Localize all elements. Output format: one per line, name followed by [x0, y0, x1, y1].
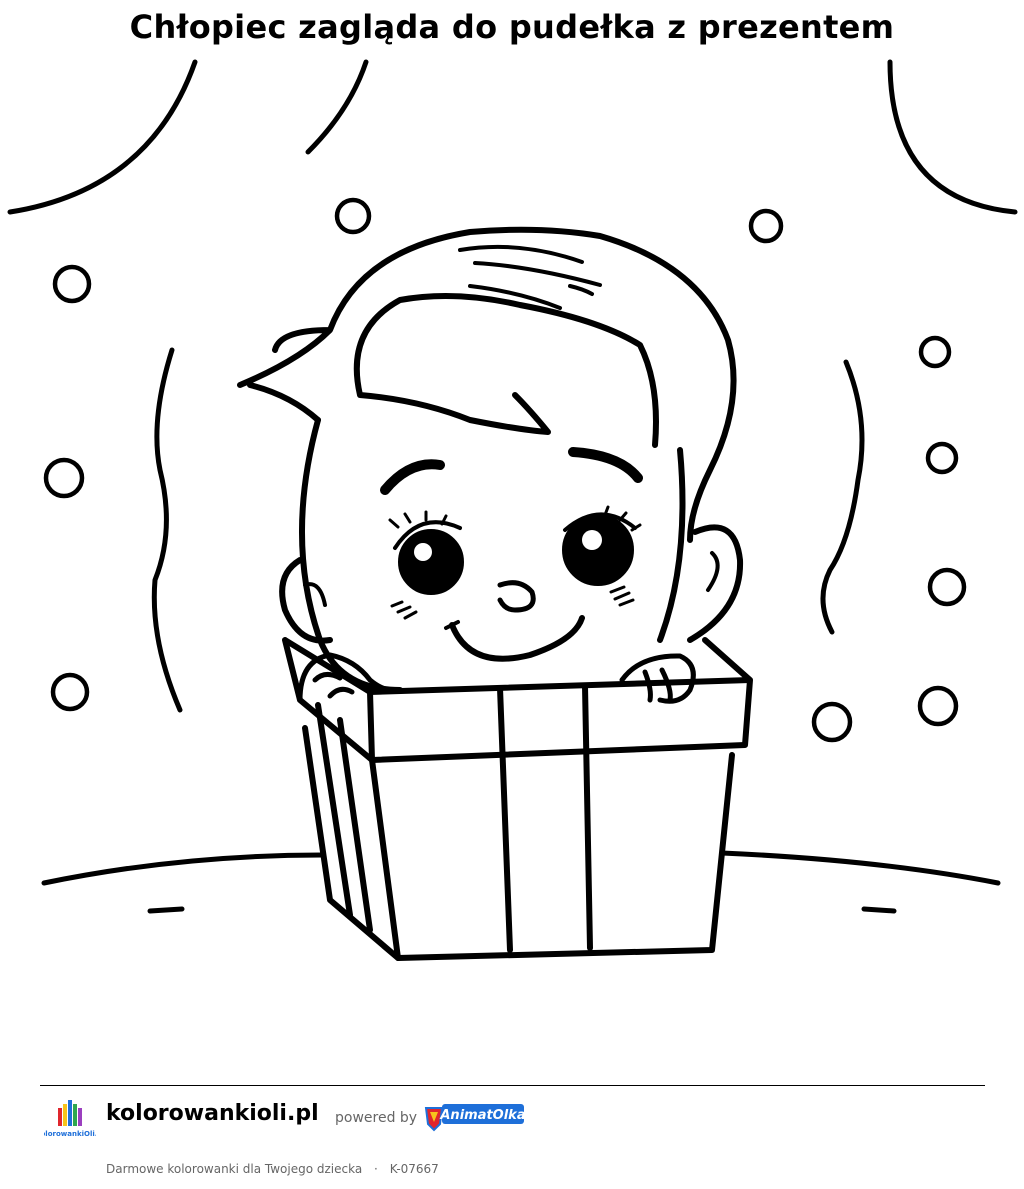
- hands: [297, 652, 696, 704]
- bubble: [334, 197, 372, 235]
- ribbon-side: [315, 702, 373, 933]
- ground-line-right: [719, 850, 1001, 886]
- ground-dash-right: [861, 906, 897, 914]
- bubble: [811, 701, 853, 743]
- ribbon-vertical: [497, 683, 593, 953]
- brand-logo-text: AnimatOlka: [439, 1108, 525, 1123]
- right-hand: [619, 653, 696, 704]
- smile: [449, 615, 585, 662]
- boy-figure: [237, 226, 744, 693]
- powered-by-label: powered by: [335, 1110, 418, 1126]
- left-eye: [398, 529, 464, 595]
- gift-box: [282, 637, 753, 961]
- tagline: Darmowe kolorowanki dla Twojego dziecka: [106, 1162, 363, 1176]
- right-eye: [562, 514, 634, 586]
- background-arc-left: [7, 59, 198, 215]
- background-arc-right: [887, 59, 1018, 215]
- left-eyebrow: [380, 459, 445, 495]
- footer-note: Darmowe kolorowanki dla Twojego dziecka …: [106, 1162, 439, 1176]
- hair: [237, 226, 737, 543]
- bubble: [52, 264, 92, 304]
- background-arc-left-inner: [305, 59, 369, 155]
- page-title: Chłopiec zagląda do pudełka z prezentem: [129, 8, 895, 46]
- right-ear: [687, 524, 744, 643]
- site-name[interactable]: kolorowankioli.pl: [106, 1101, 319, 1126]
- right-eyebrow: [568, 447, 643, 483]
- page-code: K-07667: [389, 1162, 439, 1176]
- wavy-line-left: [151, 347, 183, 713]
- separator: ·: [374, 1162, 378, 1176]
- animatolka-logo[interactable]: AnimatOlka: [424, 1100, 526, 1134]
- kolorowankioli-logo[interactable]: KolorowankiOli.pl: [44, 1094, 96, 1142]
- bubble: [925, 441, 959, 475]
- ground-dash-left: [147, 906, 185, 914]
- bubble: [43, 457, 85, 499]
- logo-text: KolorowankiOli.pl: [44, 1130, 96, 1138]
- wavy-line-right: [820, 359, 865, 635]
- footer-divider: [40, 1085, 985, 1086]
- bubble: [917, 685, 959, 727]
- bubble: [918, 335, 952, 369]
- ground-line-left: [41, 852, 325, 886]
- nose: [497, 580, 536, 613]
- bubble: [927, 567, 967, 607]
- bubble: [748, 208, 784, 244]
- coloring-illustration: [7, 59, 1018, 961]
- bubble: [50, 672, 90, 712]
